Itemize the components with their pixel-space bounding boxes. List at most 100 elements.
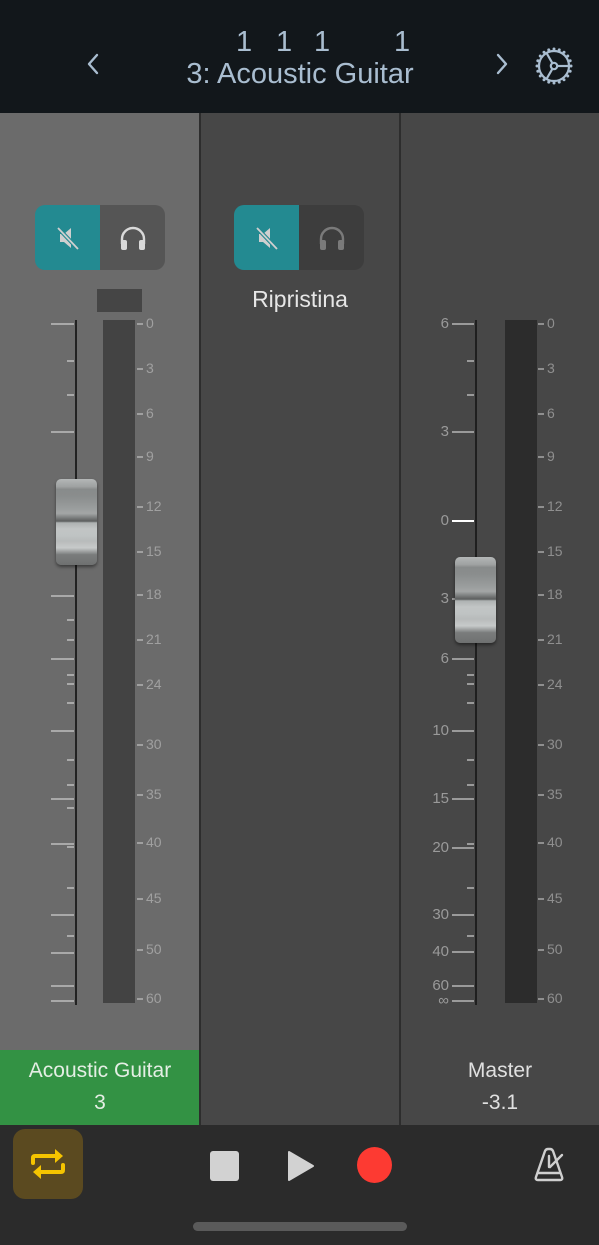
meter-tick	[538, 413, 544, 415]
meter-scale-label: 45	[547, 890, 563, 906]
volume-fader-knob[interactable]	[56, 479, 97, 565]
master-name-box[interactable]: Master -3.1	[401, 1050, 599, 1125]
meter-tick	[538, 594, 544, 596]
headphones-icon	[319, 226, 344, 250]
fader-scale-label: 3	[440, 590, 449, 607]
fader-tick-major	[51, 843, 74, 845]
meter-tick	[538, 639, 544, 641]
meter-scale-label: 9	[547, 448, 555, 464]
header: 1 1 1 1 3: Acoustic Guitar	[0, 0, 599, 113]
chevron-right-icon	[496, 53, 508, 75]
meter-scale-label: 6	[547, 405, 555, 421]
meter-tick	[137, 368, 143, 370]
meter-scale-label: 3	[146, 360, 154, 376]
volume-fader-knob[interactable]	[455, 557, 496, 643]
meter-scale-label: 12	[547, 498, 563, 514]
mute-button[interactable]	[234, 205, 299, 270]
fader-tick-minor	[467, 360, 474, 362]
meter-tick	[137, 898, 143, 900]
peak-indicator[interactable]	[97, 289, 142, 312]
meter-tick	[137, 639, 143, 641]
fader-tick-major	[452, 847, 474, 849]
fader-tick-minor	[467, 784, 474, 786]
fader-tick-major	[51, 914, 74, 916]
track-number: 3	[94, 1091, 106, 1114]
previous-track-button[interactable]	[78, 44, 108, 84]
fader-tick-major	[452, 951, 474, 953]
meter-scale-label: 30	[146, 736, 162, 752]
fader-tick-major	[452, 1000, 474, 1002]
meter-tick	[538, 456, 544, 458]
gear-icon	[535, 47, 573, 85]
track-title[interactable]: 3: Acoustic Guitar	[150, 58, 450, 91]
channel-strip-middle: Ripristina	[201, 113, 399, 1125]
stop-button[interactable]	[210, 1151, 239, 1181]
play-icon	[288, 1151, 314, 1181]
fader-tick-minor	[67, 639, 74, 641]
mute-solo-group	[234, 205, 364, 270]
fader-tick-major	[452, 431, 474, 433]
meter-tick	[538, 551, 544, 553]
fader-scale-label: 40	[432, 943, 449, 960]
settings-button[interactable]	[533, 45, 575, 87]
fader-scale-label: 15	[432, 790, 449, 807]
loop-button[interactable]	[13, 1129, 83, 1199]
channel-strip-master: 6 3 0 6 10 15 20 30 40 60 ∞ 3 0 3 6 9 12 15 18 21 24 30 35 40 4…	[401, 113, 599, 1125]
meter-scale-label: 0	[547, 315, 555, 331]
meter-scale-label: 3	[547, 360, 555, 376]
fader-tick-minor	[467, 759, 474, 761]
metronome-button[interactable]	[530, 1145, 570, 1185]
fader-tick-minor	[67, 702, 74, 704]
meter-scale-label: 15	[146, 543, 162, 559]
meter-tick	[137, 551, 143, 553]
gear-tooth	[536, 69, 540, 73]
play-button[interactable]	[287, 1150, 315, 1182]
meter-tick	[538, 506, 544, 508]
fader-tick-minor	[67, 846, 74, 848]
track-name-box[interactable]: Acoustic Guitar 3	[0, 1050, 200, 1125]
gear-tooth	[538, 74, 542, 78]
mute-button[interactable]	[35, 205, 100, 270]
fader-tick-minor	[67, 759, 74, 761]
record-button[interactable]	[357, 1147, 392, 1183]
solo-button[interactable]	[299, 205, 364, 270]
fader-tick-major	[452, 730, 474, 732]
transport-bar	[0, 1125, 599, 1245]
solo-button[interactable]	[100, 205, 165, 270]
track-name: Acoustic Guitar	[28, 1059, 172, 1082]
fader-tick-major	[51, 658, 74, 660]
meter-scale-label: 35	[547, 786, 563, 802]
meter-scale-label: 50	[146, 941, 162, 957]
gear-tooth	[552, 47, 556, 51]
fader-tick-major	[51, 730, 74, 732]
meter-tick	[137, 794, 143, 796]
fader-scale-label: 20	[432, 839, 449, 856]
fader-scale-label: 6	[440, 315, 449, 332]
level-meter	[505, 320, 537, 1003]
next-track-button[interactable]	[487, 44, 517, 84]
gear-tooth	[542, 78, 546, 82]
position-tick: 1	[394, 26, 411, 58]
meter-tick	[137, 506, 143, 508]
meter-scale-label: 18	[146, 586, 162, 602]
fader-tick-minor	[467, 935, 474, 937]
home-indicator[interactable]	[193, 1222, 407, 1231]
channel-strip-acoustic-guitar: 0 3 6 9 12 15 18 21 24 30 35 40 45 50 60 Acoustic Guit…	[0, 113, 200, 1125]
gear-tooth	[547, 80, 551, 84]
fader-track[interactable]	[475, 320, 477, 1005]
meter-scale-label: 21	[547, 631, 563, 647]
meter-scale-label: 24	[146, 676, 162, 692]
fader-track[interactable]	[75, 320, 77, 1005]
speaker-muted-icon	[255, 226, 278, 250]
meter-tick	[538, 949, 544, 951]
position-beat: 1	[276, 26, 293, 58]
gear-tooth	[562, 78, 566, 82]
fader-tick-minor	[67, 360, 74, 362]
meter-tick	[137, 323, 143, 325]
gear-tooth	[569, 64, 573, 68]
meter-tick	[137, 949, 143, 951]
fader-tick-major	[51, 985, 74, 987]
fader-tick-minor	[67, 674, 74, 676]
gear-tooth	[557, 48, 561, 52]
restore-button[interactable]: Ripristina	[201, 286, 399, 313]
